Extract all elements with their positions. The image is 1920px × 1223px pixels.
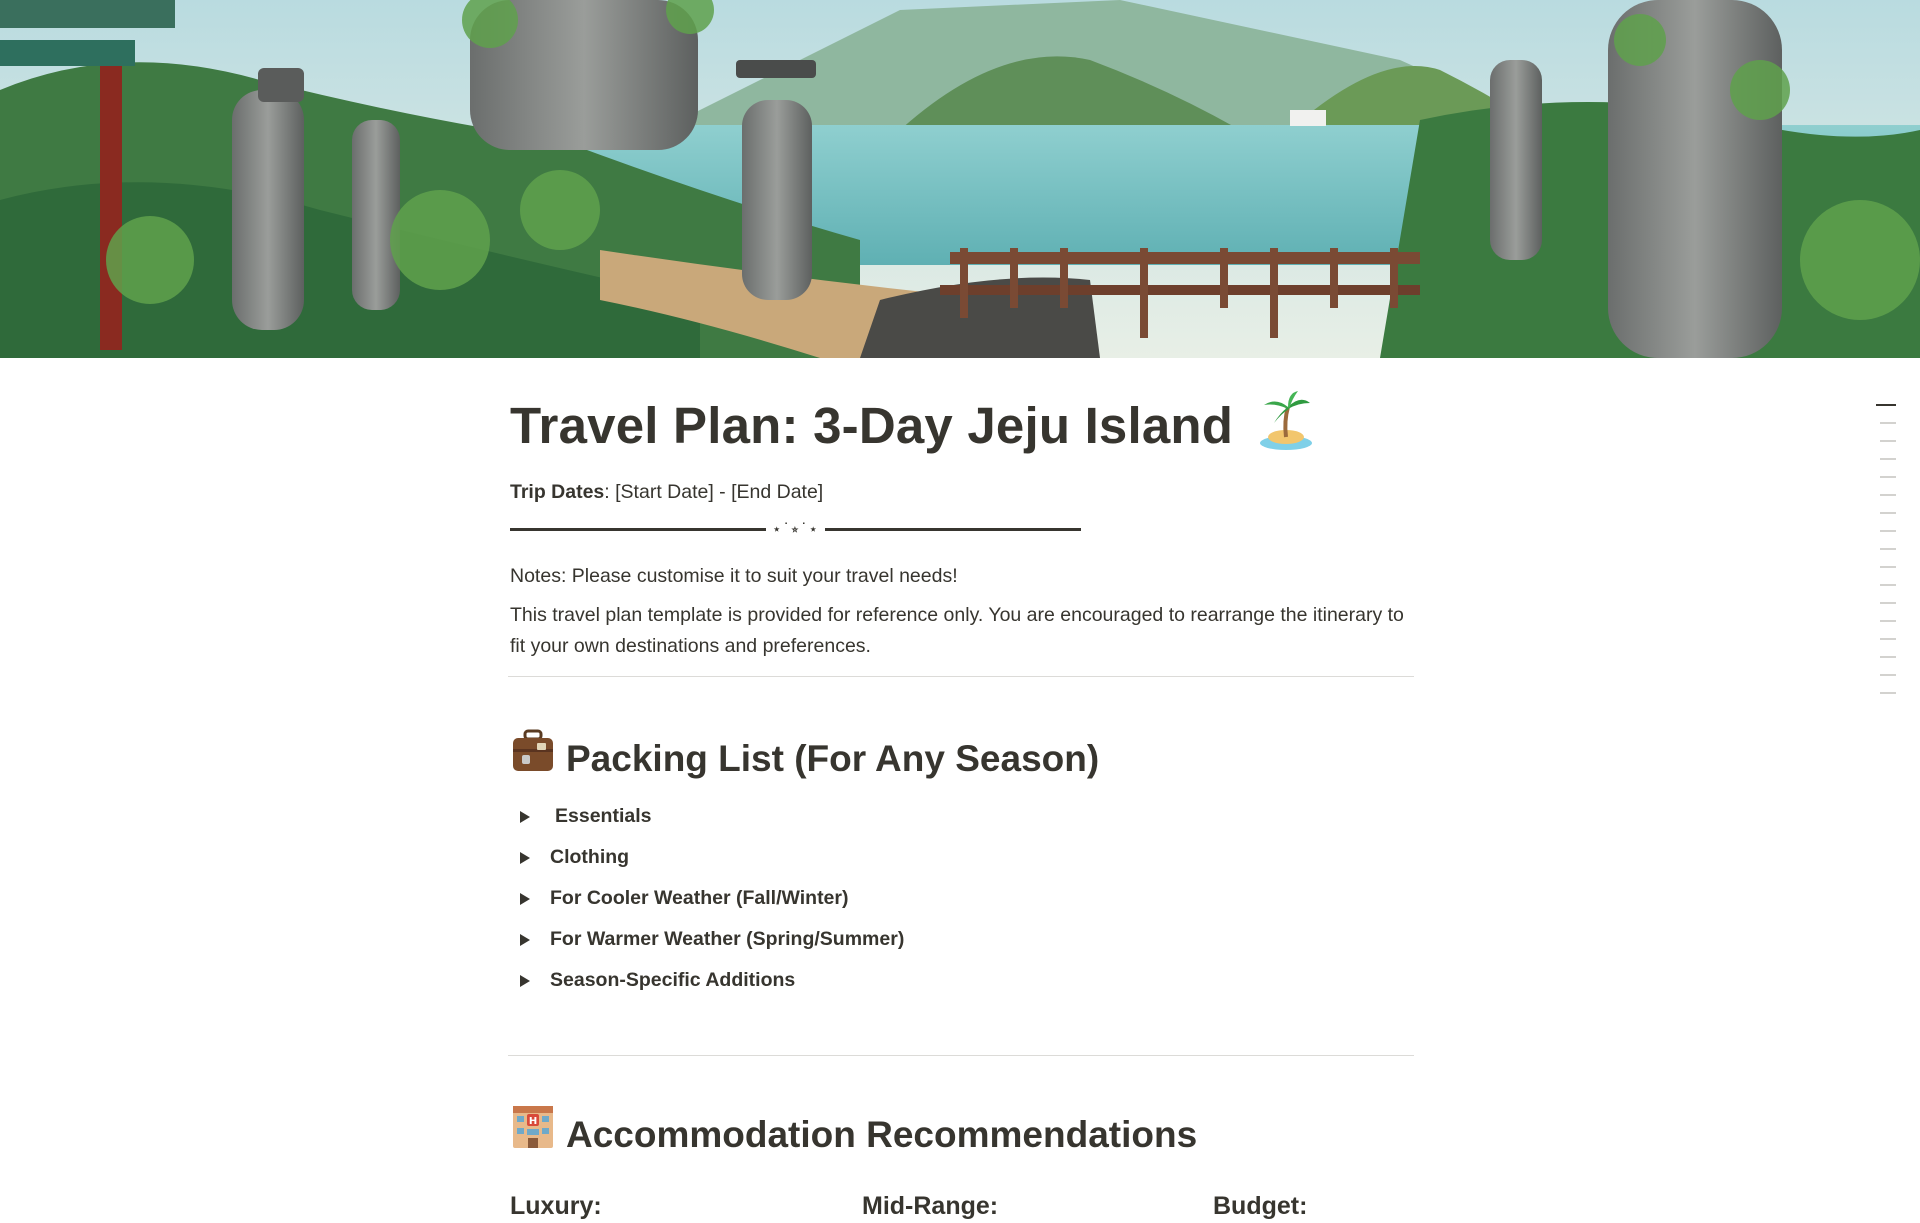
island-icon xyxy=(1258,391,1314,472)
page-title-text: Travel Plan: 3-Day Jeju Island xyxy=(510,397,1234,454)
toc-item[interactable] xyxy=(1880,530,1896,532)
divider-ornament: ⋆˙⭒˙⋆ xyxy=(772,520,819,538)
toggle-clothing[interactable]: Clothing xyxy=(510,837,1414,878)
toggle-arrow-icon[interactable] xyxy=(520,810,530,823)
toc-item[interactable] xyxy=(1880,476,1896,478)
toc-item[interactable] xyxy=(1880,602,1896,604)
toggle-arrow-icon[interactable] xyxy=(520,892,530,905)
table-of-contents-rail[interactable] xyxy=(1876,404,1896,710)
page-body: Travel Plan: 3-Day Jeju Island Trip Date… xyxy=(508,358,1414,1223)
ornament-divider: ⋆˙⭒˙⋆ xyxy=(510,518,1414,540)
toggle-warmer-weather[interactable]: For Warmer Weather (Spring/Summer) xyxy=(510,919,1414,960)
toc-item[interactable] xyxy=(1880,548,1896,550)
toc-item[interactable] xyxy=(1880,440,1896,442)
toc-item[interactable] xyxy=(1880,620,1896,622)
luggage-icon xyxy=(510,729,556,788)
toggle-label: For Cooler Weather (Fall/Winter) xyxy=(550,887,849,909)
toc-item[interactable] xyxy=(1880,584,1896,586)
divider-bar-right xyxy=(824,527,1081,531)
packing-heading[interactable]: Packing List (For Any Season) xyxy=(510,729,1414,788)
toggle-season-specific[interactable]: Season-Specific Additions xyxy=(510,960,1414,1001)
toc-item[interactable] xyxy=(1880,458,1896,460)
toc-item[interactable] xyxy=(1880,494,1896,496)
divider-bar-left xyxy=(510,527,766,531)
toc-item[interactable] xyxy=(1880,692,1896,694)
accommodation-heading[interactable]: H Accommodation Recommendations xyxy=(510,1104,1414,1165)
hotel-icon: H xyxy=(510,1104,556,1165)
toggle-essentials[interactable]: Essentials xyxy=(510,796,1414,837)
toggle-label: Essentials xyxy=(555,805,652,827)
notes-text[interactable]: Notes: Please customise it to suit your … xyxy=(510,560,1414,592)
trip-dates-label: Trip Dates xyxy=(510,481,605,503)
column-luxury-heading[interactable]: Luxury: xyxy=(510,1189,862,1223)
toggle-label: Clothing xyxy=(550,846,630,868)
toc-item[interactable] xyxy=(1880,638,1896,640)
trip-dates-value: : [Start Date] - [End Date] xyxy=(604,481,824,503)
packing-toggle-list: Essentials Clothing For Cooler Weather (… xyxy=(510,796,1414,1001)
column-budget-heading[interactable]: Budget: xyxy=(1213,1189,1307,1223)
page-title[interactable]: Travel Plan: 3-Day Jeju Island xyxy=(510,388,1414,472)
accommodation-heading-text: Accommodation Recommendations xyxy=(566,1113,1198,1155)
intro-paragraph[interactable]: This travel plan template is provided fo… xyxy=(510,600,1410,662)
toc-item[interactable] xyxy=(1880,512,1896,514)
divider xyxy=(508,676,1414,677)
toggle-arrow-icon[interactable] xyxy=(520,851,530,864)
toggle-arrow-icon[interactable] xyxy=(520,933,530,946)
svg-text:H: H xyxy=(529,1116,537,1127)
toggle-cooler-weather[interactable]: For Cooler Weather (Fall/Winter) xyxy=(510,878,1414,919)
toggle-label: Season-Specific Additions xyxy=(550,969,796,991)
cover-image xyxy=(0,0,1920,358)
toc-item[interactable] xyxy=(1880,566,1896,568)
toc-item[interactable] xyxy=(1880,674,1896,676)
accommodation-columns: Luxury: Mid-Range: Budget: xyxy=(508,1189,1414,1223)
packing-heading-text: Packing List (For Any Season) xyxy=(566,737,1100,779)
divider xyxy=(508,1055,1414,1056)
toc-item[interactable] xyxy=(1880,422,1896,424)
trip-dates[interactable]: Trip Dates: [Start Date] - [End Date] xyxy=(510,476,1414,508)
toc-item[interactable] xyxy=(1876,404,1896,406)
toggle-label: For Warmer Weather (Spring/Summer) xyxy=(550,928,905,950)
toggle-arrow-icon[interactable] xyxy=(520,974,530,987)
toc-item[interactable] xyxy=(1880,656,1896,658)
column-mid-range-heading[interactable]: Mid-Range: xyxy=(862,1189,1213,1223)
